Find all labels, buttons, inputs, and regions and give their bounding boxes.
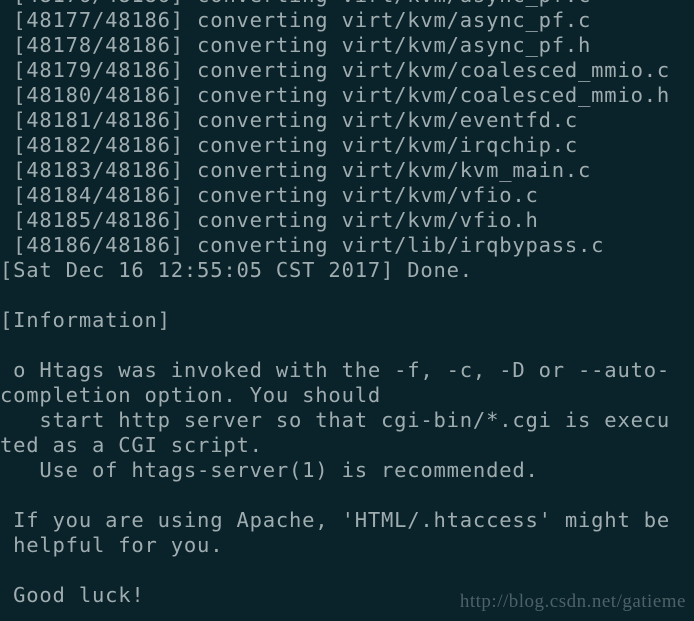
- terminal-line: o Htags was invoked with the -f, -c, -D …: [0, 358, 670, 382]
- terminal-line: completion option. You should: [0, 383, 381, 407]
- terminal-line: [48178/48186] converting virt/kvm/async_…: [0, 33, 592, 57]
- terminal-line: start http server so that cgi-bin/*.cgi …: [0, 408, 670, 432]
- terminal-line: helpful for you.: [0, 533, 224, 557]
- terminal-line: Good luck!: [0, 583, 145, 607]
- terminal-line: [Sat Dec 16 12:55:05 CST 2017] Done.: [0, 258, 473, 282]
- terminal-line: [48176/48186] converting virt/kvm/async_…: [0, 0, 694, 8]
- terminal-window[interactable]: [48176/48186] converting virt/kvm/async_…: [0, 0, 694, 621]
- terminal-line: [48182/48186] converting virt/kvm/irqchi…: [0, 133, 579, 157]
- terminal-line: If you are using Apache, 'HTML/.htaccess…: [0, 508, 670, 532]
- terminal-line: Use of htags-server(1) is recommended.: [0, 458, 539, 482]
- terminal-line: [48184/48186] converting virt/kvm/vfio.c: [0, 183, 539, 207]
- terminal-line: [Information]: [0, 308, 171, 332]
- terminal-line: [48186/48186] converting virt/lib/irqbyp…: [0, 233, 605, 257]
- terminal-line: [48185/48186] converting virt/kvm/vfio.h: [0, 208, 539, 232]
- terminal-line: ted as a CGI script.: [0, 433, 263, 457]
- terminal-line: [48181/48186] converting virt/kvm/eventf…: [0, 108, 579, 132]
- terminal-line: [48177/48186] converting virt/kvm/async_…: [0, 8, 592, 32]
- terminal-line: [48180/48186] converting virt/kvm/coales…: [0, 83, 670, 107]
- terminal-output: [48176/48186] converting virt/kvm/async_…: [0, 0, 694, 608]
- terminal-line: [48179/48186] converting virt/kvm/coales…: [0, 58, 670, 82]
- terminal-line: [48183/48186] converting virt/kvm/kvm_ma…: [0, 158, 592, 182]
